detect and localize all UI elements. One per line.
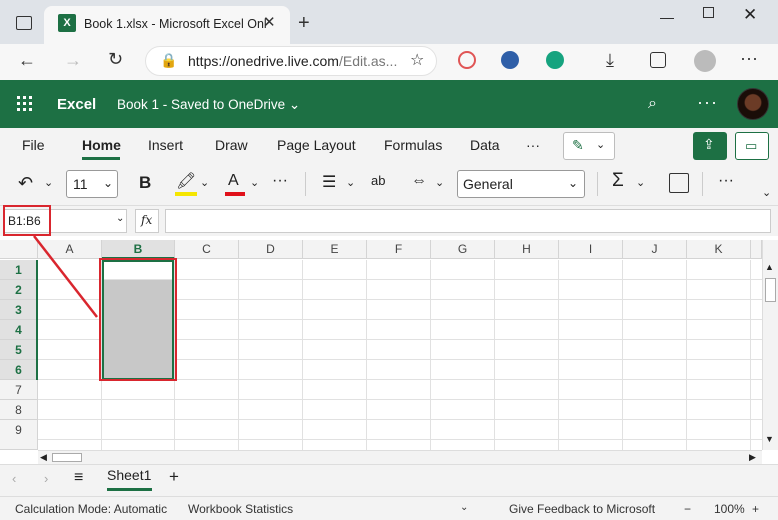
annotation-arrow	[33, 235, 98, 318]
